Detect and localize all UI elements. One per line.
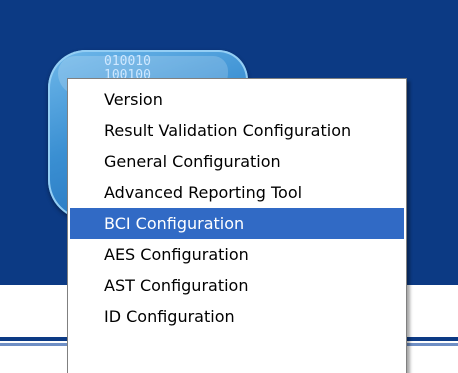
menu-item-result-validation-configuration[interactable]: Result Validation Configuration (68, 115, 406, 146)
menu-item-id-configuration[interactable]: ID Configuration (68, 301, 406, 332)
menu-item-aes-configuration[interactable]: AES Configuration (68, 239, 406, 270)
screen: 010010 100100 Version Result Validation … (0, 0, 458, 373)
menu-item-advanced-reporting-tool[interactable]: Advanced Reporting Tool (68, 177, 406, 208)
menu-item-general-configuration[interactable]: General Configuration (68, 146, 406, 177)
menu-item-bci-configuration[interactable]: BCI Configuration (70, 208, 404, 239)
binary-line: 010010 (104, 54, 151, 69)
menu-item-ast-configuration[interactable]: AST Configuration (68, 270, 406, 301)
context-menu: Version Result Validation Configuration … (67, 78, 407, 373)
menu-item-version[interactable]: Version (68, 84, 406, 115)
